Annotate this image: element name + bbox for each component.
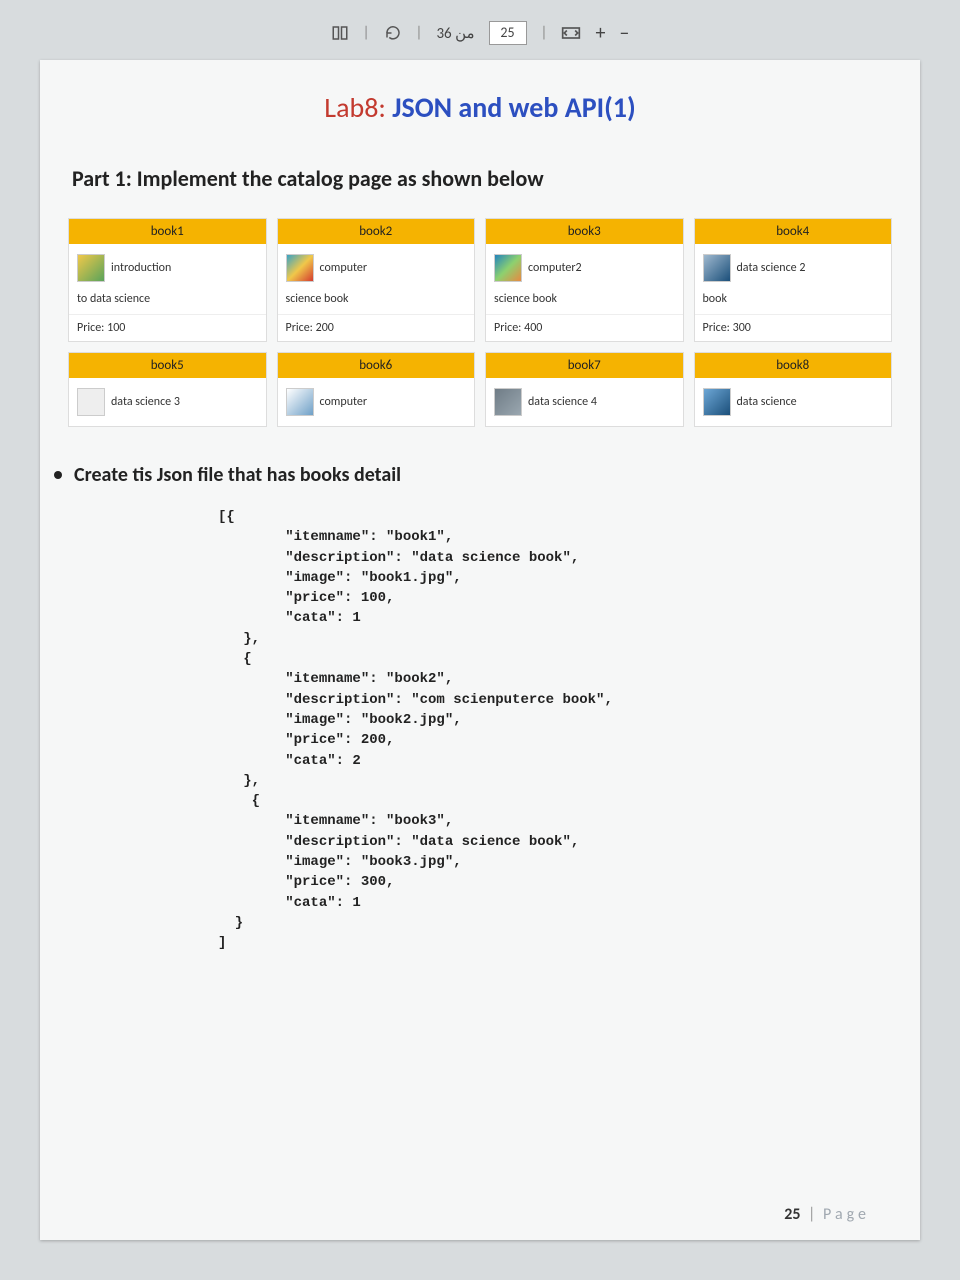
book-thumb-icon [286,388,314,416]
card-desc: computer [320,261,368,275]
page-total-label: من 36 [436,24,474,43]
book-card: book6 computer [277,352,476,427]
refresh-icon[interactable] [384,24,402,42]
book-thumb-icon [494,388,522,416]
book-card: book4 data science 2 book Price: 300 [694,218,893,342]
card-desc: computer2 [528,261,582,275]
bullet-text: Create tis Json file that has books deta… [74,463,401,487]
card-header: book1 [69,219,266,244]
card-header: book2 [278,219,475,244]
book-thumb-icon [286,254,314,282]
card-header: book6 [278,353,475,378]
layout-icon[interactable] [331,24,349,42]
card-desc: introduction [111,261,171,275]
book-card: book1 introduction to data science Price… [68,218,267,342]
card-sub: to data science [69,292,266,314]
card-desc: computer [320,395,368,409]
separator: | [541,24,548,42]
book-card: book7 data science 4 [485,352,684,427]
bullet-icon [54,471,62,479]
card-sub: book [695,292,892,314]
card-price: Price: 300 [695,314,892,341]
viewer-toolbar: | | من 36 25 | + – [331,18,630,48]
card-header: book4 [695,219,892,244]
book-card: book5 data science 3 [68,352,267,427]
card-desc: data science [737,395,797,409]
page-footer: 25 | Page [784,1205,870,1224]
zoom-in-button[interactable]: + [595,21,605,45]
card-desc: data science 3 [111,395,180,409]
book-thumb-icon [703,254,731,282]
page-input[interactable]: 25 [489,21,527,45]
bullet-item: Create tis Json file that has books deta… [54,463,892,487]
footer-page-number: 25 [784,1205,800,1224]
fit-width-icon[interactable] [561,26,581,40]
book-card: book2 computer science book Price: 200 [277,218,476,342]
book-thumb-icon [494,254,522,282]
separator: | [363,24,370,42]
card-sub: science book [278,292,475,314]
section-heading: Part 1: Implement the catalog page as sh… [72,165,892,192]
zoom-out-button[interactable]: – [619,21,629,45]
card-header: book7 [486,353,683,378]
code-block: [{ "itemname": "book1", "description": "… [218,507,892,954]
card-price: Price: 200 [278,314,475,341]
document-page: Lab8: JSON and web API(1) Part 1: Implem… [40,60,920,1240]
catalog-grid: book1 introduction to data science Price… [68,218,892,427]
card-desc: data science 2 [737,261,806,275]
card-price: Price: 400 [486,314,683,341]
book-thumb-icon [77,254,105,282]
book-thumb-icon [77,388,105,416]
title-subject: JSON and web API(1) [392,90,635,125]
footer-sep: | [808,1205,815,1224]
footer-label: Page [823,1205,870,1224]
book-card: book8 data science [694,352,893,427]
card-header: book8 [695,353,892,378]
book-thumb-icon [703,388,731,416]
separator: | [416,24,423,42]
card-sub: science book [486,292,683,314]
book-card: book3 computer2 science book Price: 400 [485,218,684,342]
card-desc: data science 4 [528,395,597,409]
page-title: Lab8: JSON and web API(1) [68,90,892,125]
card-price: Price: 100 [69,314,266,341]
card-header: book3 [486,219,683,244]
card-header: book5 [69,353,266,378]
title-label: Lab8: [324,90,386,125]
